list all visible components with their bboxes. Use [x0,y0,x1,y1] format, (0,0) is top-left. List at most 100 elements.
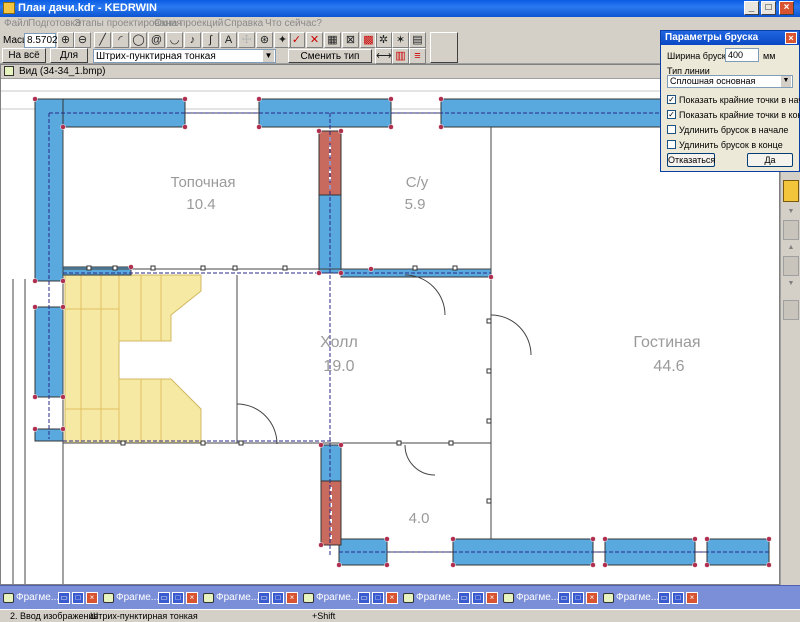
room-name-label: Топочная [170,174,235,191]
fragment-icon [3,593,14,603]
grid-icon[interactable]: ▤ [409,32,426,48]
close-icon[interactable]: × [686,592,698,604]
restore-icon[interactable]: ▭ [58,592,70,604]
chevron-down-icon[interactable]: ▼ [783,208,799,216]
minimize-button[interactable]: _ [744,1,759,15]
fragment-icon [403,593,414,603]
chevron-up-icon[interactable]: ▲ [783,244,799,252]
fragment-task[interactable]: Фрагме... ▭ □ × [203,590,299,606]
list-icon[interactable]: ≡ [409,48,426,64]
beam-icon[interactable]: ✓ [288,32,305,48]
show-start-points-label: Показать крайние точки в начале [679,95,800,105]
document-icon [4,66,14,76]
maximize-icon[interactable]: □ [572,592,584,604]
restore-icon[interactable]: ▭ [458,592,470,604]
close-button[interactable]: × [779,1,794,15]
beam-width-input[interactable]: 400 [725,48,759,62]
menu-help[interactable]: Справка [224,18,263,29]
maximize-icon[interactable]: □ [372,592,384,604]
panel-tool-icon[interactable] [783,256,799,276]
curve-icon[interactable]: ∫ [202,32,219,48]
dialog-line-type-select[interactable]: Сплошная основная ▼ [667,75,793,88]
restore-icon[interactable]: ▭ [158,592,170,604]
menu-preparation[interactable]: Подготовка [28,18,81,29]
fragment-windows-strip: Фрагме... ▭ □ × Фрагме... ▭ □ × Фрагме... ▭ □ × Фраг… [0,585,800,609]
zoom-out-icon[interactable]: ⊖ [74,32,91,48]
maximize-icon[interactable]: □ [672,592,684,604]
room-area-label: 19.0 [323,358,354,375]
maximize-icon[interactable]: □ [72,592,84,604]
change-line-type-button[interactable]: Сменить тип линии [288,49,372,75]
show-end-points-checkbox[interactable]: ✓ [667,110,676,119]
fragment-icon [603,593,614,603]
panel-tool-icon[interactable] [783,220,799,240]
cancel-button[interactable]: Отказаться [667,153,715,167]
close-icon[interactable]: × [86,592,98,604]
gear-icon[interactable]: ✲ [375,32,392,48]
room-name-label: Холл [320,334,358,351]
menu-projection-windows[interactable]: Окна проекций [154,18,223,29]
menu-file[interactable]: Файл [4,18,29,29]
fragment-task[interactable]: Фрагме... ▭ □ × [103,590,199,606]
ok-button[interactable]: Да [747,153,793,167]
for-all-button[interactable]: Для всех [50,48,88,74]
cross-icon[interactable]: ✕ [306,32,323,48]
room-area-label: 4.0 [409,510,430,527]
menu-whats-now[interactable]: Что сейчас? [265,18,322,29]
spiral-icon[interactable]: @ [148,32,165,48]
arc-icon[interactable]: ◜ [112,32,129,48]
maximize-icon[interactable]: □ [472,592,484,604]
status-modifier: +Shift [312,611,336,621]
dialog-close-button[interactable]: × [785,32,797,44]
title-bar: План дачи.kdr - KEDRWIN _ □ × [0,0,800,17]
dimension-icon[interactable]: ♪ [184,32,201,48]
fragment-task[interactable]: Фрагме... ▭ □ × [503,590,599,606]
chevron-down-icon[interactable]: ▼ [783,280,799,288]
show-start-points-checkbox[interactable]: ✓ [667,95,676,104]
scale-input[interactable]: 8.5702 [24,33,58,48]
room-area-label: 10.4 [186,196,215,213]
restore-icon[interactable]: ▭ [658,592,670,604]
chevron-down-icon[interactable]: ▼ [781,76,791,87]
building-icon[interactable] [783,180,799,202]
circle-icon[interactable]: ◯ [130,32,147,48]
close-icon[interactable]: × [486,592,498,604]
fragment-task[interactable]: Фрагме... ▭ □ × [303,590,399,606]
settings-icon[interactable]: ✶ [392,32,409,48]
extend-end-checkbox[interactable] [667,140,676,149]
window-title: План дачи.kdr - KEDRWIN [18,2,157,14]
disabled-tool-icon[interactable]: ☩ [238,32,255,48]
maximize-button[interactable]: □ [761,1,776,15]
fragment-task[interactable]: Фрагме... ▭ □ × [603,590,699,606]
close-icon[interactable]: × [586,592,598,604]
fragment-task[interactable]: Фрагме... ▭ □ × [3,590,99,606]
close-icon[interactable]: × [386,592,398,604]
restore-icon[interactable]: ▭ [558,592,570,604]
close-icon[interactable]: × [186,592,198,604]
fit-all-button[interactable]: На всё окно [2,48,46,74]
beam-parameters-dialog: Параметры бруска × Ширина бруска: 400 мм… [660,30,800,172]
beam-width-label: Ширина бруска: [667,51,734,61]
toolbar-blank-button[interactable] [430,32,458,63]
maximize-icon[interactable]: □ [172,592,184,604]
text-icon[interactable]: A [220,32,237,48]
line-icon[interactable]: ╱ [94,32,111,48]
extend-start-checkbox[interactable] [667,125,676,134]
panel-tool-icon[interactable] [783,300,799,320]
node-icon[interactable]: ⊛ [256,32,273,48]
mirror-icon[interactable]: ⟷ [375,48,392,64]
arc-tool-icon[interactable]: ◡ [166,32,183,48]
maximize-icon[interactable]: □ [272,592,284,604]
wall-icon[interactable]: ▥ [392,48,409,64]
hatch-cross-icon[interactable]: ⊠ [342,32,359,48]
chevron-down-icon[interactable]: ▼ [263,50,274,62]
room-name-label: С/у [406,174,429,191]
fragment-task[interactable]: Фрагме... ▭ □ × [403,590,499,606]
zoom-in-icon[interactable]: ⊕ [57,32,74,48]
hatch-icon[interactable]: ▦ [324,32,341,48]
restore-icon[interactable]: ▭ [358,592,370,604]
line-type-select[interactable]: Штрих-пунктирная тонкая ▼ [93,49,276,63]
close-icon[interactable]: × [286,592,298,604]
dialog-title: Параметры бруска [661,31,799,45]
restore-icon[interactable]: ▭ [258,592,270,604]
